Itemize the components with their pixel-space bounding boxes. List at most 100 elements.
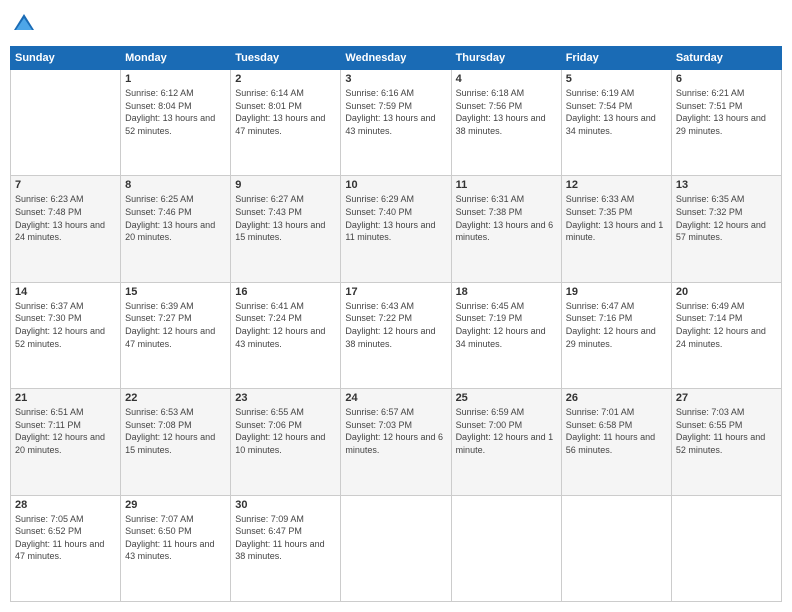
day-number: 8 — [125, 179, 226, 191]
day-cell: 29 Sunrise: 7:07 AMSunset: 6:50 PMDayligh… — [121, 495, 231, 601]
day-number: 29 — [125, 499, 226, 511]
weekday-header-tuesday: Tuesday — [231, 47, 341, 70]
day-info: Sunrise: 6:23 AMSunset: 7:48 PMDaylight:… — [15, 193, 116, 243]
day-info: Sunrise: 6:43 AMSunset: 7:22 PMDaylight:… — [345, 300, 446, 350]
weekday-header-sunday: Sunday — [11, 47, 121, 70]
weekday-header-wednesday: Wednesday — [341, 47, 451, 70]
day-cell: 25 Sunrise: 6:59 AMSunset: 7:00 PMDayligh… — [451, 389, 561, 495]
day-number: 15 — [125, 286, 226, 298]
day-info: Sunrise: 6:21 AMSunset: 7:51 PMDaylight:… — [676, 87, 777, 137]
day-number: 17 — [345, 286, 446, 298]
day-info: Sunrise: 6:53 AMSunset: 7:08 PMDaylight:… — [125, 406, 226, 456]
day-info: Sunrise: 6:39 AMSunset: 7:27 PMDaylight:… — [125, 300, 226, 350]
day-info: Sunrise: 7:03 AMSunset: 6:55 PMDaylight:… — [676, 406, 777, 456]
weekday-header-row: SundayMondayTuesdayWednesdayThursdayFrid… — [11, 47, 782, 70]
day-cell: 9Sunrise: 6:27 AMSunset: 7:43 PMDaylight… — [231, 176, 341, 282]
day-number: 10 — [345, 179, 446, 191]
week-row-2: 7 Sunrise: 6:23 AMSunset: 7:48 PMDaylight… — [11, 176, 782, 282]
day-info: Sunrise: 6:49 AMSunset: 7:14 PMDaylight:… — [676, 300, 777, 350]
day-cell: 7 Sunrise: 6:23 AMSunset: 7:48 PMDaylight… — [11, 176, 121, 282]
day-cell — [341, 495, 451, 601]
day-info: Sunrise: 6:14 AMSunset: 8:01 PMDaylight:… — [235, 87, 336, 137]
day-cell: 26 Sunrise: 7:01 AMSunset: 6:58 PMDayligh… — [561, 389, 671, 495]
day-cell: 16 Sunrise: 6:41 AMSunset: 7:24 PMDayligh… — [231, 282, 341, 388]
day-number: 2 — [235, 73, 336, 85]
header — [10, 10, 782, 38]
day-cell: 10Sunrise: 6:29 AMSunset: 7:40 PMDayligh… — [341, 176, 451, 282]
day-cell: 23 Sunrise: 6:55 AMSunset: 7:06 PMDayligh… — [231, 389, 341, 495]
day-number: 22 — [125, 392, 226, 404]
day-info: Sunrise: 6:19 AMSunset: 7:54 PMDaylight:… — [566, 87, 667, 137]
day-number: 25 — [456, 392, 557, 404]
day-info: Sunrise: 6:57 AMSunset: 7:03 PMDaylight:… — [345, 406, 446, 456]
day-number: 4 — [456, 73, 557, 85]
day-cell — [561, 495, 671, 601]
day-info: Sunrise: 6:59 AMSunset: 7:00 PMDaylight:… — [456, 406, 557, 456]
day-cell: 24 Sunrise: 6:57 AMSunset: 7:03 PMDayligh… — [341, 389, 451, 495]
day-info: Sunrise: 6:55 AMSunset: 7:06 PMDaylight:… — [235, 406, 336, 456]
day-number: 26 — [566, 392, 667, 404]
day-info: Sunrise: 6:27 AMSunset: 7:43 PMDaylight:… — [235, 193, 336, 243]
day-number: 18 — [456, 286, 557, 298]
day-number: 3 — [345, 73, 446, 85]
day-number: 19 — [566, 286, 667, 298]
day-cell: 19 Sunrise: 6:47 AMSunset: 7:16 PMDayligh… — [561, 282, 671, 388]
day-number: 28 — [15, 499, 116, 511]
day-number: 16 — [235, 286, 336, 298]
day-info: Sunrise: 6:35 AMSunset: 7:32 PMDaylight:… — [676, 193, 777, 243]
day-number: 5 — [566, 73, 667, 85]
day-cell: 20Sunrise: 6:49 AMSunset: 7:14 PMDayligh… — [671, 282, 781, 388]
day-cell: 14 Sunrise: 6:37 AMSunset: 7:30 PMDayligh… — [11, 282, 121, 388]
day-number: 6 — [676, 73, 777, 85]
day-cell: 15 Sunrise: 6:39 AMSunset: 7:27 PMDayligh… — [121, 282, 231, 388]
day-cell: 4Sunrise: 6:18 AMSunset: 7:56 PMDaylight… — [451, 70, 561, 176]
logo-icon — [10, 10, 38, 38]
day-number: 1 — [125, 73, 226, 85]
day-number: 7 — [15, 179, 116, 191]
day-info: Sunrise: 6:41 AMSunset: 7:24 PMDaylight:… — [235, 300, 336, 350]
day-info: Sunrise: 6:45 AMSunset: 7:19 PMDaylight:… — [456, 300, 557, 350]
day-cell — [11, 70, 121, 176]
day-number: 12 — [566, 179, 667, 191]
day-cell: 30Sunrise: 7:09 AMSunset: 6:47 PMDayligh… — [231, 495, 341, 601]
day-cell: 13 Sunrise: 6:35 AMSunset: 7:32 PMDayligh… — [671, 176, 781, 282]
weekday-header-thursday: Thursday — [451, 47, 561, 70]
calendar-table: SundayMondayTuesdayWednesdayThursdayFrid… — [10, 46, 782, 602]
day-info: Sunrise: 7:07 AMSunset: 6:50 PMDaylight:… — [125, 513, 226, 563]
day-cell: 12 Sunrise: 6:33 AMSunset: 7:35 PMDayligh… — [561, 176, 671, 282]
week-row-5: 28 Sunrise: 7:05 AMSunset: 6:52 PMDayligh… — [11, 495, 782, 601]
day-number: 21 — [15, 392, 116, 404]
day-info: Sunrise: 6:12 AMSunset: 8:04 PMDaylight:… — [125, 87, 226, 137]
day-cell — [451, 495, 561, 601]
day-info: Sunrise: 6:51 AMSunset: 7:11 PMDaylight:… — [15, 406, 116, 456]
day-info: Sunrise: 6:25 AMSunset: 7:46 PMDaylight:… — [125, 193, 226, 243]
day-cell: 5 Sunrise: 6:19 AMSunset: 7:54 PMDaylight… — [561, 70, 671, 176]
day-info: Sunrise: 6:47 AMSunset: 7:16 PMDaylight:… — [566, 300, 667, 350]
day-info: Sunrise: 6:16 AMSunset: 7:59 PMDaylight:… — [345, 87, 446, 137]
day-number: 13 — [676, 179, 777, 191]
day-cell: 21 Sunrise: 6:51 AMSunset: 7:11 PMDayligh… — [11, 389, 121, 495]
week-row-4: 21 Sunrise: 6:51 AMSunset: 7:11 PMDayligh… — [11, 389, 782, 495]
day-cell: 8 Sunrise: 6:25 AMSunset: 7:46 PMDaylight… — [121, 176, 231, 282]
day-info: Sunrise: 7:05 AMSunset: 6:52 PMDaylight:… — [15, 513, 116, 563]
weekday-header-saturday: Saturday — [671, 47, 781, 70]
week-row-3: 14 Sunrise: 6:37 AMSunset: 7:30 PMDayligh… — [11, 282, 782, 388]
day-info: Sunrise: 6:37 AMSunset: 7:30 PMDaylight:… — [15, 300, 116, 350]
page: SundayMondayTuesdayWednesdayThursdayFrid… — [0, 0, 792, 612]
day-cell — [671, 495, 781, 601]
day-number: 23 — [235, 392, 336, 404]
weekday-header-friday: Friday — [561, 47, 671, 70]
day-cell: 11Sunrise: 6:31 AMSunset: 7:38 PMDayligh… — [451, 176, 561, 282]
day-cell: 27 Sunrise: 7:03 AMSunset: 6:55 PMDayligh… — [671, 389, 781, 495]
day-number: 14 — [15, 286, 116, 298]
day-cell: 2 Sunrise: 6:14 AMSunset: 8:01 PMDaylight… — [231, 70, 341, 176]
day-info: Sunrise: 7:09 AMSunset: 6:47 PMDaylight:… — [235, 513, 336, 563]
week-row-1: 1 Sunrise: 6:12 AMSunset: 8:04 PMDaylight… — [11, 70, 782, 176]
day-cell: 1 Sunrise: 6:12 AMSunset: 8:04 PMDaylight… — [121, 70, 231, 176]
day-info: Sunrise: 6:33 AMSunset: 7:35 PMDaylight:… — [566, 193, 667, 243]
day-info: Sunrise: 7:01 AMSunset: 6:58 PMDaylight:… — [566, 406, 667, 456]
day-number: 11 — [456, 179, 557, 191]
day-cell: 3 Sunrise: 6:16 AMSunset: 7:59 PMDaylight… — [341, 70, 451, 176]
day-number: 27 — [676, 392, 777, 404]
day-number: 24 — [345, 392, 446, 404]
